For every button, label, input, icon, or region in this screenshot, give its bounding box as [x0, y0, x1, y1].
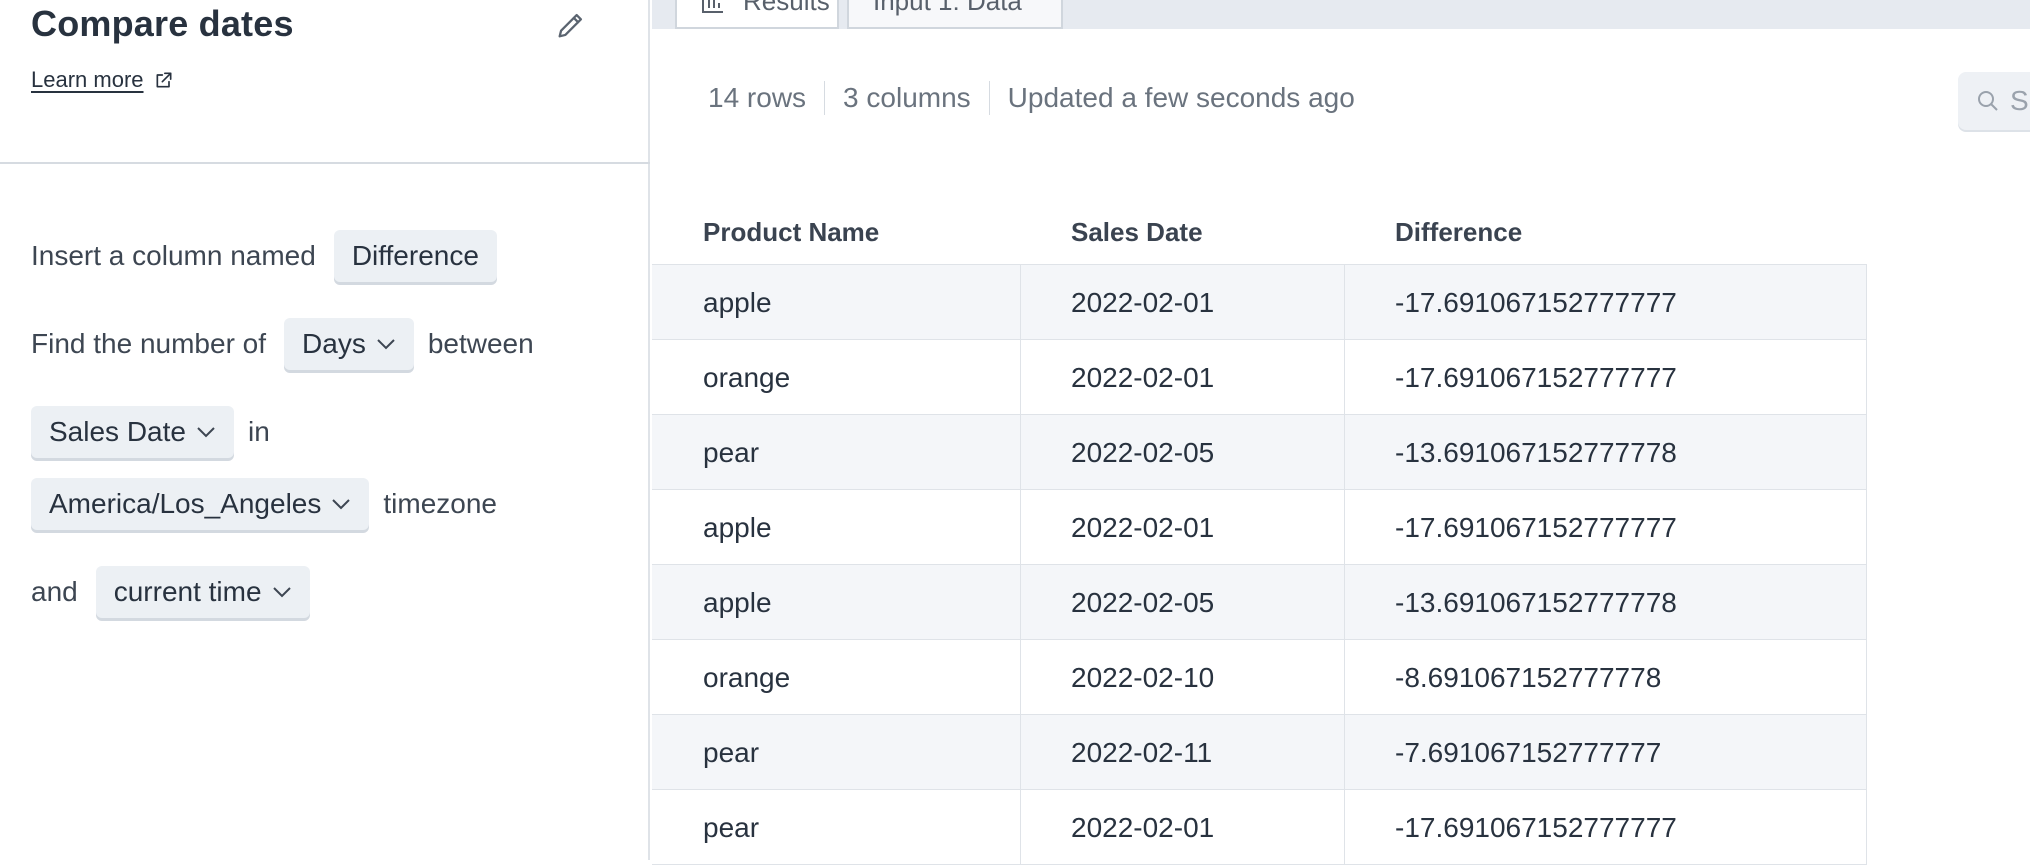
cell-difference[interactable]: -8.691067152777778 — [1395, 640, 1661, 715]
cell-difference[interactable]: -17.691067152777777 — [1395, 790, 1677, 865]
cell-difference[interactable]: -17.691067152777777 — [1395, 340, 1677, 415]
panel-divider — [0, 162, 650, 164]
cell-sales-date[interactable]: 2022-02-01 — [1071, 490, 1214, 565]
table-row: orange 2022-02-10 -8.691067152777778 — [652, 640, 1867, 715]
cell-difference[interactable]: -17.691067152777777 — [1395, 490, 1677, 565]
table-row: pear 2022-02-01 -17.691067152777777 — [652, 790, 1867, 865]
and-label: and — [31, 576, 78, 607]
unit-value: Days — [302, 328, 366, 359]
cell-sales-date[interactable]: 2022-02-10 — [1071, 640, 1214, 715]
column-header-sales-date[interactable]: Sales Date — [1071, 204, 1203, 264]
cell-product-name[interactable]: apple — [703, 490, 772, 565]
table-row: apple 2022-02-05 -13.691067152777778 — [652, 565, 1867, 640]
cell-product-name[interactable]: apple — [703, 265, 772, 340]
between-label: between — [427, 328, 534, 359]
table-row: apple 2022-02-01 -17.691067152777777 — [652, 265, 1867, 340]
date-column-dropdown[interactable]: Sales Date — [31, 406, 234, 458]
cell-sales-date[interactable]: 2022-02-01 — [1071, 265, 1214, 340]
timezone-dropdown[interactable]: America/Los_Angeles — [31, 478, 370, 530]
step-config-panel: Compare dates Learn more Insert a column… — [0, 0, 650, 860]
tab-results-label: Results — [743, 0, 830, 16]
chevron-down-icon — [197, 427, 215, 438]
column-count: 3 columns — [843, 82, 971, 113]
cell-difference[interactable]: -7.691067152777777 — [1395, 715, 1661, 790]
timezone-label: timezone — [383, 488, 497, 519]
cell-sales-date[interactable]: 2022-02-01 — [1071, 340, 1214, 415]
in-label: in — [247, 416, 270, 447]
cell-difference[interactable]: -17.691067152777777 — [1395, 265, 1677, 340]
table-row: pear 2022-02-11 -7.691067152777777 — [652, 715, 1867, 790]
table-row: pear 2022-02-05 -13.691067152777778 — [652, 415, 1867, 490]
compare-to-dropdown[interactable]: current time — [95, 566, 310, 618]
search-placeholder: S — [2010, 85, 2029, 116]
timezone-row: America/Los_Angeles timezone — [31, 478, 497, 530]
cell-product-name[interactable]: apple — [703, 565, 772, 640]
date-column-row: Sales Date in — [31, 406, 270, 458]
tab-input-data-label: Input 1: Data — [873, 0, 1022, 16]
row-count: 14 rows — [708, 82, 807, 113]
chevron-down-icon — [332, 499, 351, 510]
compare-to-row: and current time — [31, 566, 310, 618]
date-column-value: Sales Date — [49, 416, 186, 447]
bar-chart-icon — [702, 0, 723, 13]
chevron-down-icon — [377, 339, 395, 350]
cell-product-name[interactable]: pear — [703, 715, 759, 790]
learn-more-label: Learn more — [31, 67, 144, 92]
results-meta: 14 rows 3 columns Updated a few seconds … — [708, 81, 1355, 115]
table-row: apple 2022-02-01 -17.691067152777777 — [652, 490, 1867, 565]
cell-product-name[interactable]: orange — [703, 640, 790, 715]
chevron-down-icon — [272, 587, 291, 598]
cell-product-name[interactable]: orange — [703, 340, 790, 415]
search-input[interactable]: S — [1958, 72, 2030, 130]
cell-difference[interactable]: -13.691067152777778 — [1395, 415, 1677, 490]
cell-difference[interactable]: -13.691067152777778 — [1395, 565, 1677, 640]
tab-input-data[interactable]: Input 1: Data — [847, 0, 1063, 29]
learn-more-link[interactable]: Learn more — [31, 67, 174, 93]
insert-column-label: Insert a column named — [31, 240, 316, 271]
cell-sales-date[interactable]: 2022-02-05 — [1071, 565, 1214, 640]
tab-results[interactable]: Results — [675, 0, 839, 29]
insert-column-row: Insert a column named Difference — [31, 230, 497, 282]
table-body: apple 2022-02-01 -17.691067152777777 orange… — [652, 264, 1867, 865]
column-divider — [1344, 265, 1345, 865]
find-number-label: Find the number of — [31, 328, 267, 359]
cell-sales-date[interactable]: 2022-02-05 — [1071, 415, 1214, 490]
external-link-icon — [156, 72, 172, 88]
results-tab-bar: Results Input 1: Data — [652, 0, 2030, 29]
unit-dropdown[interactable]: Days — [284, 318, 414, 370]
cell-sales-date[interactable]: 2022-02-11 — [1071, 715, 1212, 790]
updated-status: Updated a few seconds ago — [1007, 82, 1355, 113]
find-number-row: Find the number of Days between — [31, 318, 534, 370]
meta-separator — [824, 81, 826, 115]
step-title: Compare dates — [31, 3, 294, 44]
timezone-value: America/Los_Angeles — [49, 488, 322, 519]
table-row: orange 2022-02-01 -17.691067152777777 — [652, 340, 1867, 415]
column-header-difference[interactable]: Difference — [1395, 204, 1522, 264]
compare-to-value: current time — [113, 576, 262, 607]
cell-product-name[interactable]: pear — [703, 415, 759, 490]
meta-separator — [988, 81, 990, 115]
cell-product-name[interactable]: pear — [703, 790, 759, 865]
cell-sales-date[interactable]: 2022-02-01 — [1071, 790, 1214, 865]
column-name-value: Difference — [351, 240, 479, 271]
column-header-product-name[interactable]: Product Name — [703, 204, 879, 264]
column-name-input[interactable]: Difference — [333, 230, 497, 282]
search-icon — [1978, 91, 1998, 111]
pencil-icon[interactable] — [554, 8, 588, 42]
column-divider — [1020, 265, 1021, 865]
